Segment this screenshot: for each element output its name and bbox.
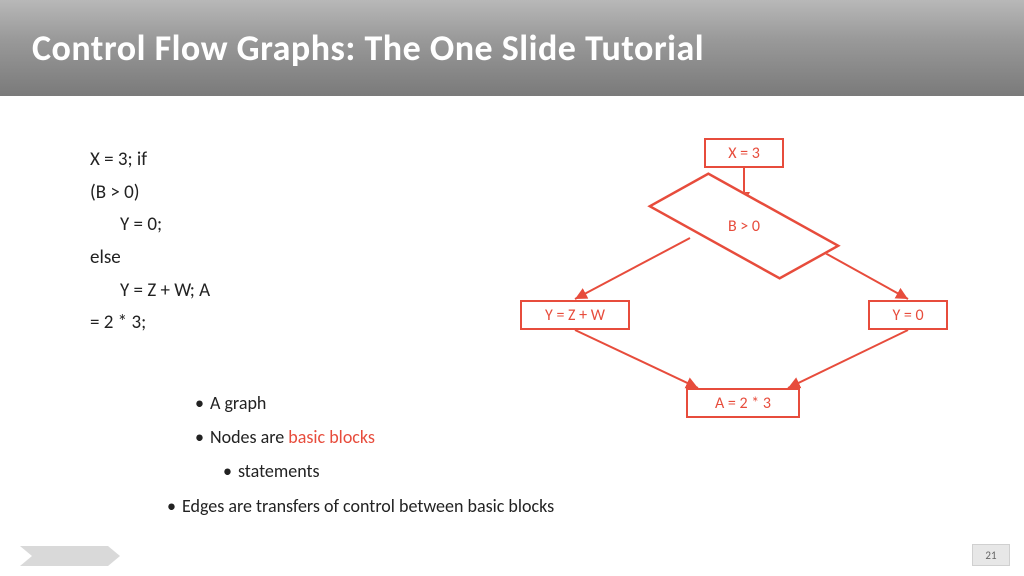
highlight-text: basic blocks — [288, 426, 375, 448]
code-line: (B > 0) — [90, 177, 210, 210]
flow-node-left: Y = Z + W — [520, 300, 630, 330]
code-line: X = 3; if — [90, 144, 210, 177]
code-snippet: X = 3; if (B > 0) Y = 0; else Y = Z + W;… — [90, 144, 210, 340]
code-line: Y = 0; — [90, 209, 210, 242]
flow-node-merge: A = 2 * 3 — [686, 388, 800, 418]
footer-chevron-icon — [20, 546, 120, 566]
flow-node-decision: B > 0 — [694, 204, 794, 248]
code-line: else — [90, 242, 210, 275]
flow-node-right: Y = 0 — [868, 300, 948, 330]
code-line: = 2 * 3; — [90, 307, 210, 340]
slide-title: Control Flow Graphs: The One Slide Tutor… — [32, 26, 704, 70]
flow-node-start: X = 3 — [704, 138, 784, 168]
title-bar: Control Flow Graphs: The One Slide Tutor… — [0, 0, 1024, 96]
bullet-item: Edges are transfers of control between b… — [167, 489, 554, 523]
bullet-item: A graph — [195, 386, 554, 420]
code-line: Y = Z + W; A — [90, 275, 210, 308]
bullet-item: Nodes are basic blocks — [195, 420, 554, 454]
bullet-list: A graph Nodes are basic blocks statement… — [195, 386, 554, 523]
bullet-subitem: statements — [195, 454, 554, 488]
flowchart: X = 3 B > 0 Y = Z + W Y = 0 A = 2 * 3 — [520, 126, 1000, 446]
page-number: 21 — [972, 544, 1010, 566]
slide-body: X = 3; if (B > 0) Y = 0; else Y = Z + W;… — [0, 96, 1024, 576]
flow-decision-label: B > 0 — [728, 217, 760, 236]
